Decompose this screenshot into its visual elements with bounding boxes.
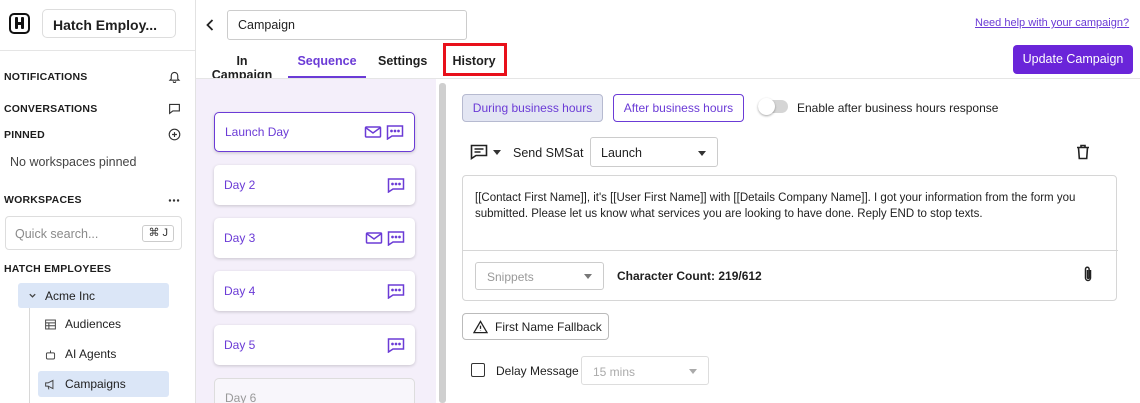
after-hours-toggle-label: Enable after business hours response (797, 101, 999, 115)
shortcut-badge: ⌘ J (142, 225, 174, 242)
hatch-logo-icon[interactable] (9, 13, 30, 34)
day-card-4[interactable]: Day 4 (214, 271, 415, 311)
workspaces-heading: WORKSPACES (4, 194, 82, 206)
day-label: Day 4 (224, 284, 256, 298)
robot-icon (45, 349, 56, 359)
day-label: Day 6 (225, 391, 257, 403)
day-card-5[interactable]: Day 5 (214, 325, 415, 365)
delay-message-checkbox[interactable] (471, 363, 485, 377)
delay-duration-value: 15 mins (593, 365, 636, 379)
chevron-down-icon (689, 369, 697, 374)
tree-guide-line (29, 308, 30, 403)
sidebar: Hatch Employ... NOTIFICATIONS CONVERSATI… (0, 0, 196, 403)
sms-icon (387, 284, 405, 299)
trash-icon[interactable] (1076, 144, 1090, 160)
add-circle-icon[interactable] (168, 128, 181, 141)
tree-org-acme[interactable]: Acme Inc (18, 283, 169, 308)
attachment-paperclip-icon[interactable] (1082, 265, 1094, 283)
sms-icon (387, 231, 405, 246)
tree-item-label: Campaigns (65, 377, 126, 391)
chevron-down-icon (584, 274, 592, 279)
send-sms-label: Send SMS (513, 146, 573, 160)
mail-icon (365, 232, 383, 244)
megaphone-icon (45, 379, 54, 389)
day-card-3[interactable]: Day 3 (214, 218, 415, 258)
day-card-2[interactable]: Day 2 (214, 165, 415, 205)
after-business-hours-button[interactable]: After business hours (613, 94, 744, 122)
message-type-caret-icon[interactable] (493, 150, 501, 155)
bell-icon[interactable] (168, 70, 181, 83)
chat-bubble-icon[interactable] (168, 102, 181, 115)
after-hours-toggle[interactable] (758, 98, 788, 115)
notifications-heading[interactable]: NOTIFICATIONS (4, 71, 87, 83)
quick-search-input[interactable]: Quick search... ⌘ J (5, 216, 182, 250)
tree-org-label: Acme Inc (45, 288, 96, 303)
update-campaign-button[interactable]: Update Campaign (1013, 45, 1133, 74)
campaign-name-input[interactable] (227, 10, 467, 40)
pinned-heading: PINNED (4, 129, 45, 141)
send-time-select[interactable]: Launch (590, 137, 718, 167)
sms-icon (387, 338, 405, 353)
help-link[interactable]: Need help with your campaign? (975, 17, 1129, 29)
day-label: Day 2 (224, 178, 256, 192)
tree-item-label: Audiences (65, 317, 122, 331)
message-textarea[interactable]: [[Contact First Name]], it's [[User Firs… (463, 176, 1118, 251)
day-label: Day 3 (224, 231, 256, 245)
conversations-heading[interactable]: CONVERSATIONS (4, 103, 97, 115)
message-type-icon[interactable] (470, 144, 488, 160)
workspace-selector[interactable]: Hatch Employ... (42, 9, 176, 38)
character-count: Character Count: 219/612 (617, 269, 762, 283)
chevron-down-icon (698, 151, 706, 156)
tree-item-campaigns[interactable]: Campaigns (38, 371, 169, 397)
table-icon (45, 319, 56, 329)
quick-search-placeholder: Quick search... (15, 227, 99, 241)
tab-in-campaign[interactable]: In Campaign (207, 44, 277, 82)
at-label: at (573, 146, 584, 160)
hatch-employees-heading: HATCH EMPLOYEES (4, 263, 112, 275)
sms-icon (387, 178, 405, 193)
fallback-button-label: First Name Fallback (495, 319, 602, 334)
tab-sequence[interactable]: Sequence (288, 44, 366, 78)
tree-item-audiences[interactable]: Audiences (44, 316, 121, 332)
sidebar-divider (0, 50, 195, 51)
first-name-fallback-button[interactable]: First Name Fallback (462, 313, 609, 340)
history-tab-highlight (443, 43, 507, 76)
day-list-scrollbar[interactable] (439, 83, 446, 403)
send-time-value: Launch (601, 146, 643, 160)
snippets-select[interactable]: Snippets (475, 262, 604, 290)
day-card-launch[interactable]: Launch Day (214, 112, 415, 152)
warning-triangle-icon (473, 319, 488, 333)
tab-settings[interactable]: Settings (378, 44, 427, 78)
tree-item-label: AI Agents (65, 347, 117, 361)
no-pinned-text: No workspaces pinned (10, 155, 137, 169)
day-label: Launch Day (225, 125, 290, 139)
mail-icon (364, 126, 382, 138)
chevron-down-icon[interactable] (28, 291, 37, 300)
snippets-placeholder: Snippets (487, 270, 534, 284)
tree-item-ai-agents[interactable]: AI Agents (44, 346, 116, 362)
more-dots-icon[interactable] (167, 194, 181, 207)
day-card-6[interactable]: Day 6 (214, 378, 415, 403)
sms-icon (386, 125, 404, 140)
delay-duration-select[interactable]: 15 mins (581, 356, 709, 385)
delay-message-label: Delay Message (496, 364, 579, 378)
back-arrow-icon[interactable] (205, 18, 215, 32)
during-business-hours-button[interactable]: During business hours (462, 94, 603, 122)
day-label: Day 5 (224, 338, 256, 352)
